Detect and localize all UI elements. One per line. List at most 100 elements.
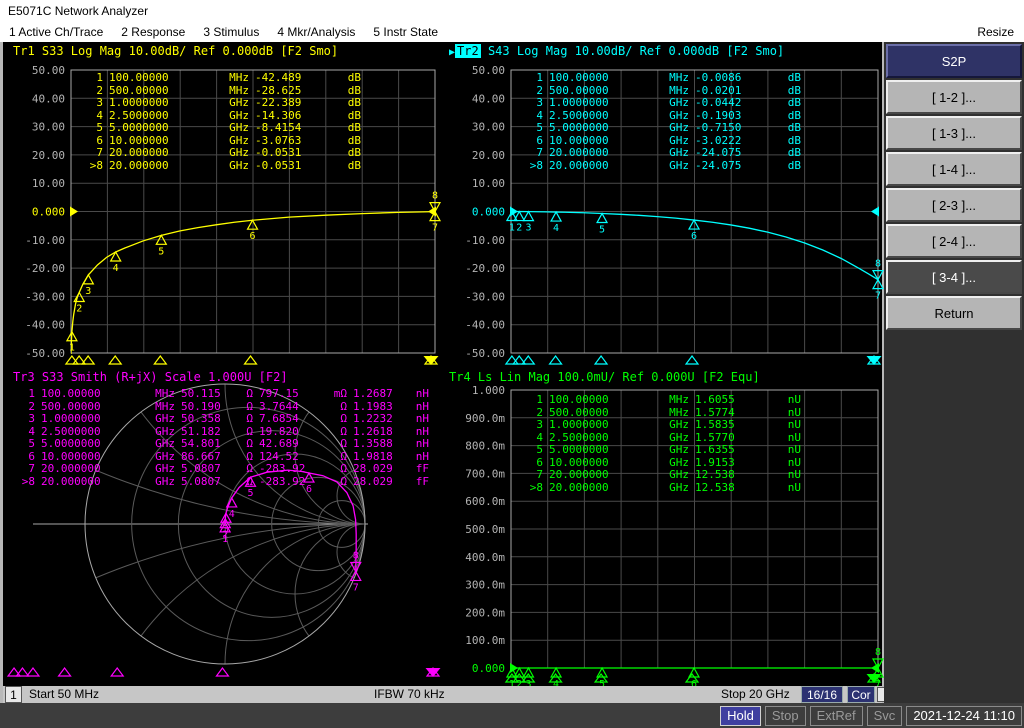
app-window: E5071C Network Analyzer 1 Active Ch/Trac…	[0, 0, 1024, 728]
tr3-marker-row: 3 1.0000000 GHz 50.358 Ω 7.6854 Ω 1.2232 nH	[28, 412, 429, 425]
window-title: E5071C Network Analyzer	[0, 0, 1024, 22]
tr1-marker-row: >8 20.000000 GHz -0.0531 dB	[89, 158, 361, 172]
svg-text:4: 4	[229, 509, 235, 520]
tr1-ylabel: -20.00	[25, 262, 65, 275]
ifbw-value: IFBW 70 kHz	[374, 687, 445, 701]
tr3-markers[interactable]: 12345 678	[219, 471, 362, 593]
tr2-ylabel: -50.00	[465, 347, 505, 360]
softkey-2-4[interactable]: [ 2-4 ]...	[886, 224, 1022, 258]
tr2-ylabel: 40.00	[472, 92, 505, 105]
tr3-marker-table: 1 100.00000 MHz 50.115 Ω 797.15 mΩ 1.2687 nH 2 500…	[13, 387, 429, 488]
tr4-ylabel: 500.0m	[465, 523, 505, 536]
tr2-graph: ▶ Tr2 S43 Log Mag 10.00dB/ Ref 0.000dB [F…	[445, 42, 887, 368]
tr2-ylabel: -20.00	[465, 262, 505, 275]
tr1-ylabel: -30.00	[25, 290, 65, 303]
svc-indicator: Svc	[866, 705, 903, 726]
tr4-ylabel: 200.0m	[465, 606, 505, 619]
start-frequency: Start 50 MHz	[29, 687, 100, 701]
tr2-marker-row: 5 5.0000000 GHz -0.7150 dB	[536, 121, 801, 134]
tr1-marker-row: 3 1.0000000 GHz -22.389 dB	[96, 96, 361, 109]
tr1-ylabel: -50.00	[25, 347, 65, 360]
softkey-sidebar: S2P[ 1-2 ]...[ 1-3 ]...[ 1-4 ]...[ 2-3 ]…	[884, 42, 1024, 703]
softkey-3-4[interactable]: [ 3-4 ]...	[886, 260, 1022, 294]
tr4-ylabel: 800.0m	[465, 440, 505, 453]
tr4-marker-row: 1 100.00000 MHz 1.6055 nU	[536, 393, 801, 406]
tr1-graph: Tr1 S33 Log Mag 10.00dB/ Ref 0.000dB [F2…	[3, 42, 445, 368]
tr3-marker-row: 1 100.00000 MHz 50.115 Ω 797.15 mΩ 1.2687 nH	[28, 387, 429, 400]
menu-bar: 1 Active Ch/Trace 2 Response 3 Stimulus 4 M…	[0, 22, 1024, 42]
tr1-ylabel: 50.00	[32, 64, 65, 77]
menu-item-1[interactable]: 1 Active Ch/Trace	[0, 25, 112, 39]
tr2-ylabel: 0.000	[472, 206, 505, 219]
tr3-marker-row: 5 5.0000000 GHz 54.801 Ω 42.689 Ω 1.3588 nH	[28, 437, 429, 450]
svg-text:3: 3	[85, 286, 91, 297]
tr4-ylabel: 400.0m	[465, 551, 505, 564]
tr2-marker-table: 1 100.00000 MHz -0.0086 dB 2 500.00000 MHz -0.02…	[517, 71, 801, 172]
svg-text:8: 8	[353, 550, 359, 561]
tr3-smith-graph: Tr3 S33 Smith (R+jX) Scale 1.000U [F2] 1 2…	[3, 368, 445, 686]
tr4-marker-row: 5 5.0000000 GHz 1.6355 nU	[536, 443, 801, 456]
tr1-ylabel: -40.00	[25, 319, 65, 332]
datetime-display: 2021-12-24 11:10	[906, 705, 1022, 726]
svg-text:7: 7	[432, 223, 438, 234]
tr2-ref-arrow-right	[871, 206, 879, 217]
softkey-1-4[interactable]: [ 1-4 ]...	[886, 152, 1022, 186]
instrument-screen: Tr1 S33 Log Mag 10.00dB/ Ref 0.000dB [F2…	[0, 42, 889, 703]
extref-indicator: ExtRef	[809, 705, 863, 726]
tr2-marker-row: 1 100.00000 MHz -0.0086 dB	[536, 71, 801, 84]
svg-text:7: 7	[875, 291, 881, 302]
tr2-marker-row: >8 20.000000 GHz -24.075 dB	[529, 158, 801, 172]
softkey-1-2[interactable]: [ 1-2 ]...	[886, 80, 1022, 114]
stop-indicator: Stop	[764, 705, 806, 726]
softkey-2-3[interactable]: [ 2-3 ]...	[886, 188, 1022, 222]
channel-number: 1	[5, 686, 22, 703]
softkey-1-3[interactable]: [ 1-3 ]...	[886, 116, 1022, 150]
softkey-return[interactable]: Return	[886, 296, 1022, 330]
sweep-points-badge: 16/16	[801, 686, 843, 703]
stop-frequency: Stop 20 GHz	[721, 687, 790, 701]
menu-item-3[interactable]: 3 Stimulus	[194, 25, 268, 39]
tr4-marker-row: >8 20.000000 GHz 12.538 nU	[529, 480, 801, 494]
tr3-marker-row: 7 20.000000 GHz 5.0807 Ω -283.92 Ω 28.029 fF	[28, 462, 429, 475]
softkey-title-s2p[interactable]: S2P	[886, 44, 1022, 78]
tr1-ylabel: 20.00	[32, 149, 65, 162]
tr4-ylabel: 100.0m	[465, 634, 505, 647]
tr1-stimulus-markers[interactable]	[64, 355, 439, 365]
tr1-ylabel: 0.000	[32, 206, 65, 219]
svg-text:6: 6	[250, 231, 256, 242]
tr4-marker-table: 1 100.00000 MHz 1.6055 nU 2 500.00000 MHz 1.5774…	[517, 393, 801, 494]
tr2-ylabel: -40.00	[465, 319, 505, 332]
tr2-ylabel: 30.00	[472, 121, 505, 134]
svg-text:2: 2	[76, 304, 82, 315]
svg-text:2: 2	[516, 223, 522, 234]
tr4-ylabel: 700.0m	[465, 467, 505, 480]
tr2-ylabel: -30.00	[465, 290, 505, 303]
tr2-ylabel: 50.00	[472, 64, 505, 77]
svg-text:5: 5	[158, 246, 164, 257]
tr4-graph: Tr4 Ls Lin Mag 100.0mU/ Ref 0.000U [F2 E…	[445, 368, 887, 690]
svg-text:4: 4	[553, 223, 559, 234]
tr4-marker-row: 3 1.0000000 GHz 1.5835 nU	[536, 418, 801, 431]
channel-status-bar: 1 Start 50 MHz IFBW 70 kHz Stop 20 GHz 1…	[3, 686, 889, 703]
tr2-ylabel: -10.00	[465, 234, 505, 247]
menu-item-4[interactable]: 4 Mkr/Analysis	[268, 25, 364, 39]
svg-text:8: 8	[875, 259, 881, 270]
tr1-ylabel: 10.00	[32, 177, 65, 190]
tr4-ylabel: 300.0m	[465, 579, 505, 592]
resize-button[interactable]: Resize	[977, 25, 1024, 39]
svg-text:5: 5	[599, 225, 605, 236]
svg-text:1: 1	[509, 223, 515, 234]
tr1-ylabel: 30.00	[32, 121, 65, 134]
instrument-status-bar: Hold Stop ExtRef Svc 2021-12-24 11:10	[0, 703, 1024, 728]
menu-item-5[interactable]: 5 Instr State	[364, 25, 447, 39]
tr3-stimulus-markers[interactable]	[6, 666, 441, 677]
svg-text:5: 5	[247, 488, 253, 499]
svg-text:3: 3	[223, 524, 229, 535]
svg-text:8: 8	[875, 647, 881, 658]
tr4-ylabel: 0.000	[472, 662, 505, 675]
tr4-marker-row: 7 20.000000 GHz 12.538 nU	[536, 468, 801, 481]
correction-badge: Cor	[847, 686, 875, 703]
menu-item-2[interactable]: 2 Response	[112, 25, 194, 39]
tr2-stimulus-markers[interactable]	[504, 355, 882, 365]
tr1-marker-row: 7 20.000000 GHz -0.0531 dB	[96, 146, 361, 159]
